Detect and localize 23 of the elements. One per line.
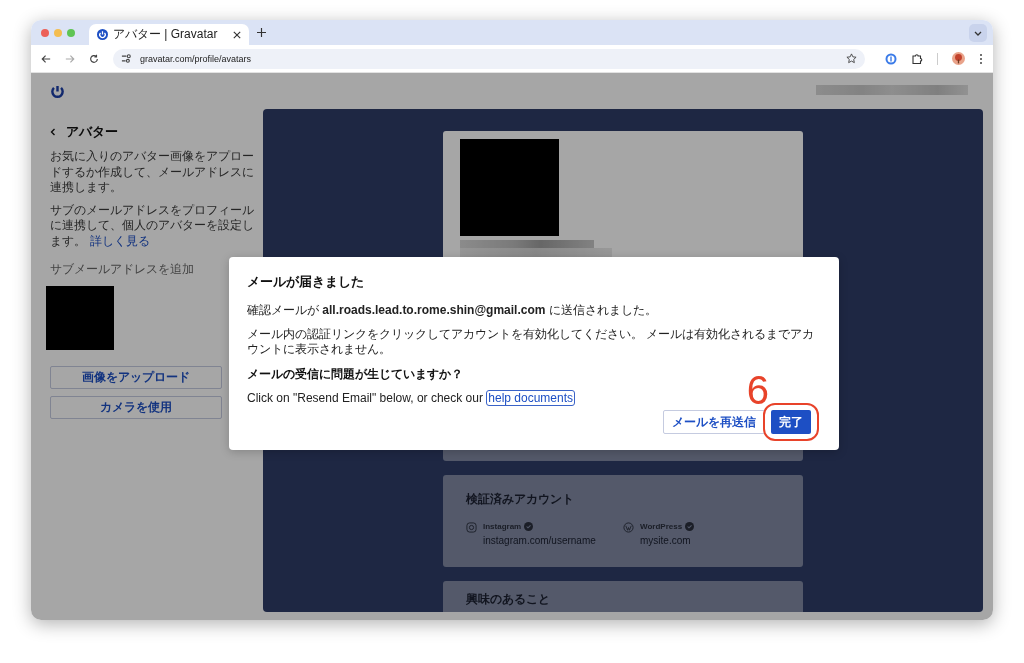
dialog-question: メールの受信に問題が生じていますか？	[247, 365, 464, 383]
description-text: お気に入りのアバター画像をアプロードするか作成して、メールアドレスに連携します。	[50, 149, 255, 196]
learn-more-link[interactable]: 詳しく見る	[90, 233, 150, 248]
step-number: 6	[746, 370, 769, 411]
resend-button[interactable]: メールを再送信	[663, 410, 765, 435]
page-title: アバター	[66, 123, 118, 141]
dialog-text: メール内の認証リンクをクリックしてアカウントを有効化してください。 メールは有効化されるまでアカウントに表示されません。	[247, 326, 816, 358]
help-link[interactable]: help documents	[486, 389, 576, 406]
description-text: サブのメールアドレスをプロフィールに連携して、個人のアバターを設定します。 詳しく見る	[50, 202, 255, 250]
account-url: mysite.com	[640, 535, 692, 546]
sidebar-button[interactable]: カメラを使用	[50, 395, 222, 419]
sidebar-button[interactable]: 画像をアップロード	[50, 365, 222, 389]
account-name: WordPress	[640, 522, 683, 531]
dialog-text: Click on "Resend Email" below, or check our help documents	[247, 390, 576, 407]
browser-tab[interactable]: アバター | Gravatar	[89, 24, 249, 45]
account-name: Instagram	[483, 522, 522, 531]
dialog-title: メールが届きました	[247, 273, 365, 291]
done-button[interactable]: 完了	[771, 410, 811, 435]
dialog-text: 確認メールが all.roads.lead.to.rome.shin@gmail.com に送信されました。	[247, 303, 658, 319]
account-url: instagram.com/username	[483, 535, 596, 546]
address-bar[interactable]: gravatar.com/profile/avatars	[113, 48, 865, 69]
section-title: 検証済みアカウント	[466, 491, 575, 508]
section-title: 興味のあること	[466, 591, 551, 608]
